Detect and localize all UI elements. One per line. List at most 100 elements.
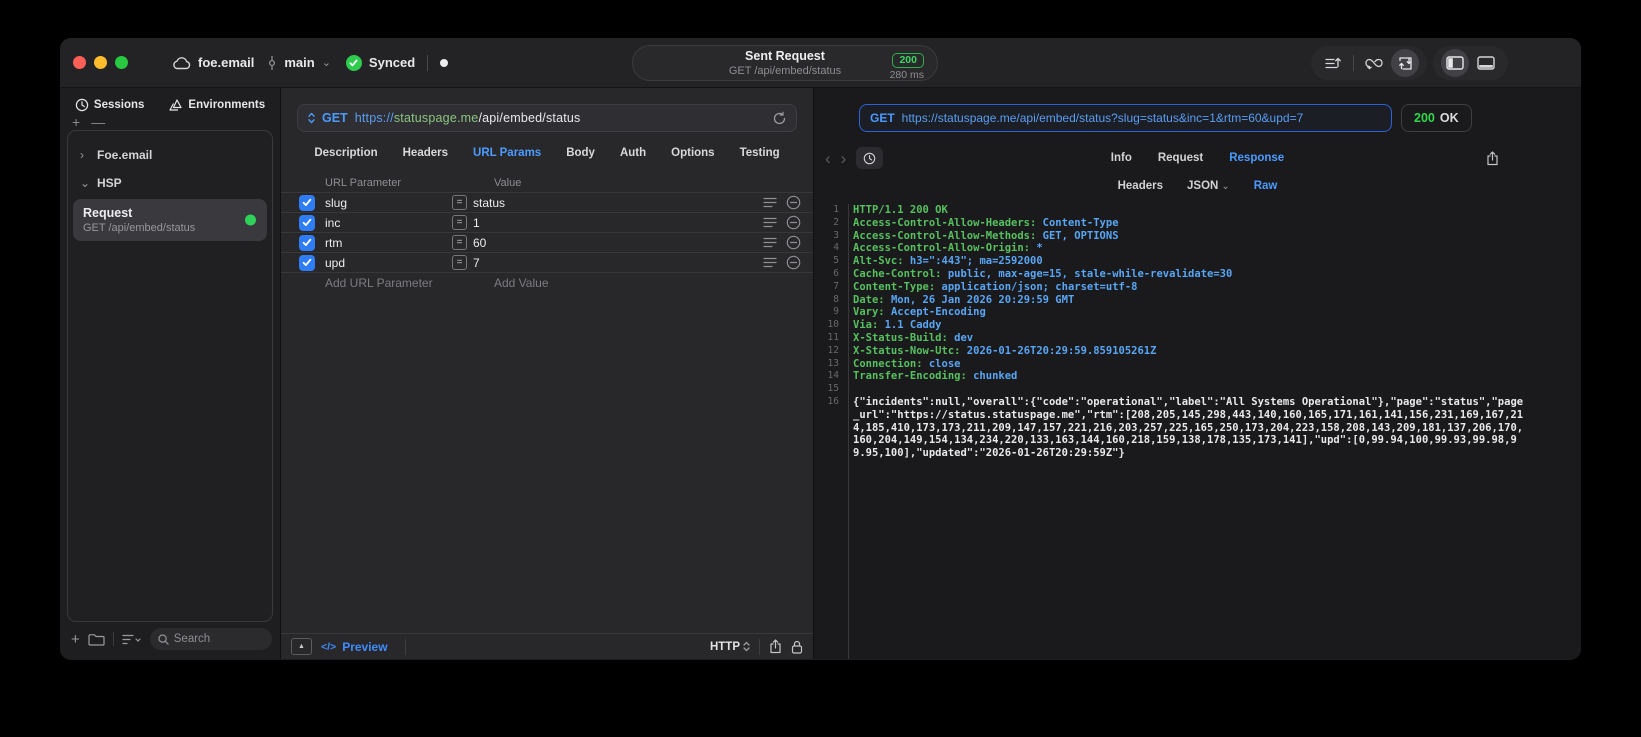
param-remove-icon[interactable] [786, 215, 801, 230]
response-line: 1 HTTP/1.1 200 OK [814, 204, 1526, 217]
import-export-icon[interactable] [1391, 49, 1419, 77]
param-remove-icon[interactable] [786, 235, 801, 250]
fullscreen-window-button[interactable] [115, 56, 128, 69]
sort-options-icon[interactable] [122, 634, 142, 645]
request-footer: ▲ </> Preview HTTP [281, 633, 813, 659]
share-icon[interactable] [769, 639, 782, 654]
response-subtab-headers[interactable]: Headers [1118, 180, 1163, 192]
response-body[interactable]: 1 HTTP/1.1 200 OK 2 Access-Control-Allow-He… [814, 204, 1581, 659]
response-line: 14 Transfer-Encoding: chunked [814, 370, 1526, 383]
param-value-input[interactable]: status [473, 196, 754, 210]
history-back-icon[interactable]: ‹ [825, 150, 831, 167]
line-content: Vary: Accept-Encoding [853, 306, 986, 319]
response-line: 13 Connection: close [814, 358, 1526, 371]
response-subtab-raw[interactable]: Raw [1254, 180, 1278, 192]
line-number: 14 [827, 370, 839, 382]
add-url-parameter-field[interactable]: Add URL Parameter [325, 276, 494, 290]
collapse-panel-icon[interactable]: ▲ [291, 638, 312, 655]
sync-loop-icon[interactable] [1360, 49, 1388, 77]
history-forward-icon[interactable]: › [841, 150, 847, 167]
sent-request-summary[interactable]: Sent Request GET /api/embed/status 200 2… [632, 45, 938, 81]
add-session-button[interactable]: + [72, 115, 80, 129]
line-content: Via: 1.1 Caddy [853, 319, 942, 332]
param-enabled-checkbox[interactable] [299, 254, 315, 271]
param-options-icon[interactable] [763, 197, 777, 208]
param-options-icon[interactable] [763, 217, 777, 228]
param-value-input[interactable]: 1 [473, 216, 754, 230]
tab-options[interactable]: Options [671, 147, 714, 159]
method-selector-icon[interactable] [308, 112, 315, 124]
param-remove-icon[interactable] [786, 255, 801, 270]
preview-button[interactable]: </> Preview [321, 640, 388, 654]
sidebar-request-item[interactable]: Request GET /api/embed/status [73, 199, 267, 241]
param-options-icon[interactable] [763, 237, 777, 248]
close-window-button[interactable] [73, 56, 86, 69]
toggle-bottom-panel-icon[interactable] [1472, 49, 1500, 77]
param-name-input[interactable]: upd [325, 256, 452, 270]
request-url-bar[interactable]: GET https://statuspage.me/api/embed/stat… [297, 104, 797, 132]
chevron-down-icon[interactable]: ⌄ [322, 56, 331, 69]
add-value-field[interactable]: Add Value [494, 276, 549, 290]
param-value-input[interactable]: 7 [473, 256, 754, 270]
tree-item-hsp[interactable]: ⌄ HSP [68, 169, 272, 197]
response-subtab-json[interactable]: JSON ⌄ [1187, 180, 1230, 192]
chevron-down-icon: ⌄ [1221, 181, 1230, 192]
tab-sessions[interactable]: Sessions [75, 98, 144, 112]
sent-url-box[interactable]: GET https://statuspage.me/api/embed/stat… [859, 104, 1392, 132]
param-name-input[interactable]: inc [325, 216, 452, 230]
add-param-row[interactable]: Add URL Parameter Add Value [281, 272, 813, 292]
param-value-input[interactable]: 60 [473, 236, 754, 250]
branch-name[interactable]: main [284, 55, 314, 70]
protocol-label: HTTP [709, 640, 740, 653]
project-name[interactable]: foe.email [198, 55, 254, 70]
footer-divider [759, 638, 760, 655]
tree-item-foe-email[interactable]: › Foe.email [68, 141, 272, 169]
new-folder-icon[interactable] [88, 633, 105, 646]
chevron-down-icon[interactable]: ⌄ [80, 176, 90, 190]
line-number: 1 [833, 204, 839, 215]
preview-label: Preview [342, 639, 388, 654]
session-indicator-dot[interactable] [440, 58, 449, 67]
request-method[interactable]: GET [322, 111, 348, 125]
remove-session-button[interactable]: — [91, 115, 105, 129]
response-tab-response[interactable]: Response [1229, 152, 1284, 164]
history-clock-icon[interactable] [856, 147, 884, 169]
tab-url-params[interactable]: URL Params [473, 147, 541, 159]
layers-icon [168, 98, 183, 112]
response-line: 16 {"incidents":null,"overall":{"code":"o… [814, 396, 1526, 460]
param-enabled-checkbox[interactable] [299, 194, 315, 211]
tab-environments[interactable]: Environments [168, 98, 265, 112]
param-remove-icon[interactable] [786, 195, 801, 210]
param-enabled-checkbox[interactable] [299, 214, 315, 231]
layout-group [1433, 46, 1508, 80]
tab-headers[interactable]: Headers [403, 147, 448, 159]
param-name-input[interactable]: rtm [325, 236, 452, 250]
response-line: 4 Access-Control-Allow-Origin: * [814, 242, 1526, 255]
chevron-right-icon[interactable]: › [80, 148, 89, 162]
resend-request-icon[interactable] [773, 111, 786, 125]
branch-icon [267, 55, 277, 71]
response-panel: GET https://statuspage.me/api/embed/stat… [814, 88, 1581, 659]
minimize-window-button[interactable] [94, 56, 107, 69]
tab-description[interactable]: Description [314, 147, 377, 159]
tab-auth[interactable]: Auth [620, 147, 646, 159]
param-enabled-checkbox[interactable] [299, 234, 315, 251]
lock-icon[interactable] [791, 640, 803, 654]
response-tab-info[interactable]: Info [1111, 152, 1132, 164]
param-name-input[interactable]: slug [325, 196, 452, 210]
sort-list-icon[interactable] [1319, 49, 1347, 77]
toggle-sidebar-icon[interactable] [1441, 49, 1469, 77]
request-url[interactable]: https://statuspage.me/api/embed/status [355, 111, 581, 125]
search-placeholder: Search [173, 633, 211, 645]
tab-body[interactable]: Body [566, 147, 595, 159]
equals-badge: = [452, 235, 467, 250]
sidebar-search-input[interactable]: Search [149, 628, 272, 650]
export-response-icon[interactable] [1486, 150, 1499, 166]
titlebar: foe.email main ⌄ Synced Sent Request GET… [60, 38, 1581, 88]
response-tab-request[interactable]: Request [1158, 152, 1203, 164]
line-number: 5 [833, 255, 839, 267]
param-options-icon[interactable] [763, 257, 777, 268]
tab-testing[interactable]: Testing [740, 147, 780, 159]
protocol-selector[interactable]: HTTP [710, 641, 750, 653]
add-request-button[interactable]: + [71, 631, 80, 648]
